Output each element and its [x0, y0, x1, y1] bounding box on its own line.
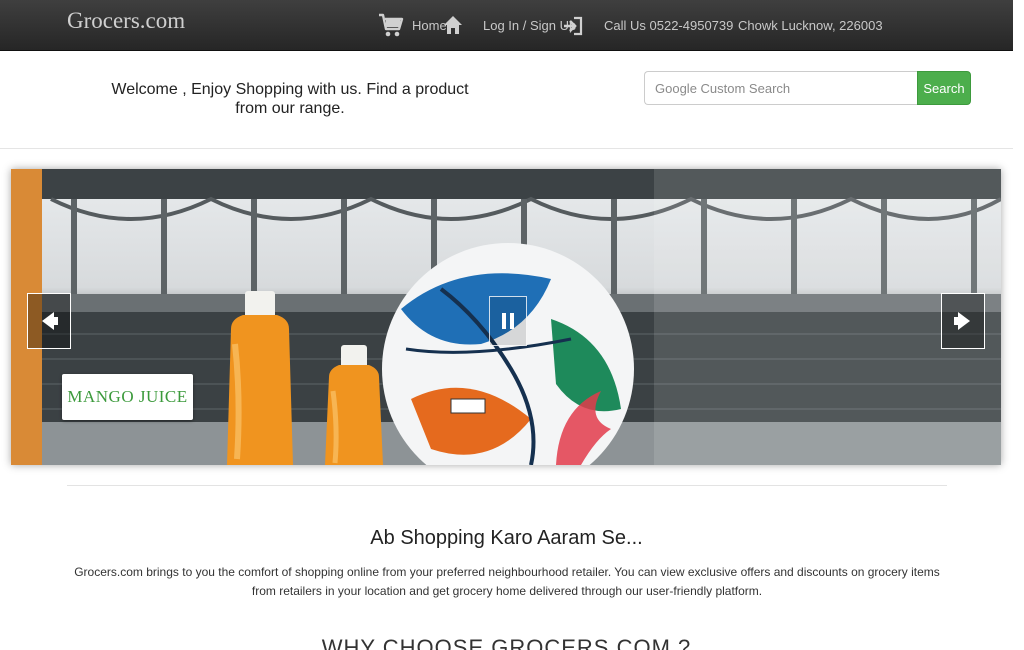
home-icon[interactable] — [443, 15, 463, 35]
pause-icon — [502, 313, 514, 329]
carousel-pause-button[interactable] — [489, 296, 527, 346]
section-divider — [67, 485, 947, 486]
hero-carousel[interactable]: MANGO JUICE — [11, 169, 1001, 465]
welcome-message: Welcome , Enjoy Shopping with us. Find a… — [111, 81, 469, 117]
carousel-next-button[interactable] — [941, 293, 985, 349]
nav-call-link[interactable]: Call Us 0522-4950739 — [604, 18, 733, 33]
intro-paragraph: Grocers.com brings to you the comfort of… — [74, 565, 940, 598]
next-arrow-icon — [954, 312, 970, 330]
nav-home-link[interactable]: Home — [412, 18, 447, 33]
search-input[interactable] — [644, 71, 918, 105]
previous-arrow-icon — [42, 312, 58, 330]
nav-location-link[interactable]: Chowk Lucknow, 226003 — [738, 18, 883, 33]
cart-icon[interactable] — [378, 11, 404, 39]
login-icon[interactable] — [563, 16, 583, 36]
why-choose-heading: WHY CHOOSE GROCERS.COM ? — [321, 635, 692, 650]
slide-caption-label[interactable]: MANGO JUICE — [62, 374, 193, 420]
tagline-heading: Ab Shopping Karo Aaram Se... — [370, 527, 643, 549]
search-button[interactable]: Search — [917, 71, 971, 105]
brand-logo-link[interactable]: Grocers.com — [67, 8, 185, 34]
top-navbar: Grocers.com Home Log In / Sign Up Call U… — [0, 0, 1013, 51]
header-divider — [0, 148, 1013, 149]
carousel-prev-button[interactable] — [27, 293, 71, 349]
